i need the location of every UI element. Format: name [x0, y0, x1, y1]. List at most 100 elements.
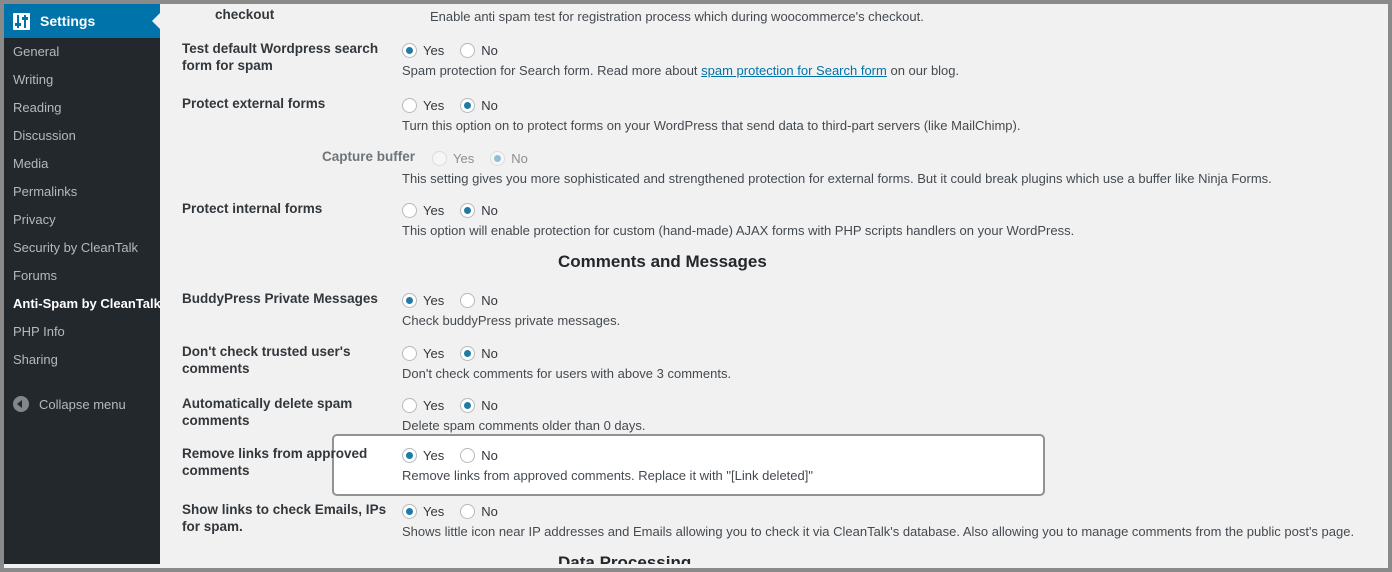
sidebar-item-label: PHP Info [13, 324, 65, 339]
radio-option-yes[interactable]: Yes [402, 202, 444, 218]
radio-option-no[interactable]: No [490, 150, 528, 166]
collapse-menu-label: Collapse menu [39, 396, 126, 412]
radio-option-no[interactable]: No [460, 397, 498, 413]
setting-label: Don't check trusted user's comments [182, 344, 351, 376]
sidebar-item-label: General [13, 44, 60, 59]
radio-option-no[interactable]: No [460, 292, 498, 308]
sidebar-item-sharing[interactable]: Sharing [4, 346, 160, 374]
collapse-menu-button[interactable]: Collapse menu [4, 389, 160, 419]
radio-no-label: No [481, 97, 498, 113]
radio-yes-label: Yes [423, 503, 445, 519]
sidebar-item-media[interactable]: Media [4, 150, 160, 178]
sidebar-item-general[interactable]: General [4, 38, 160, 66]
sidebar-item-security-by-cleantalk[interactable]: Security by CleanTalk [4, 234, 160, 262]
radio-yes-icon[interactable] [402, 503, 417, 519]
radio-yes-label: Yes [453, 150, 475, 166]
setting-description: Turn this option on to protect forms on … [402, 118, 1021, 133]
radio-yes-icon[interactable] [432, 150, 447, 166]
setting-label: BuddyPress Private Messages [182, 291, 378, 306]
radio-option-no[interactable]: No [460, 202, 498, 218]
sidebar-header-settings[interactable]: Settings [4, 4, 161, 38]
radio-yes-icon[interactable] [402, 397, 417, 413]
sidebar-item-php-info[interactable]: PHP Info [4, 318, 160, 346]
content-bottom-filler [160, 564, 1388, 568]
radio-no-icon[interactable] [460, 202, 476, 218]
radio-no-icon[interactable] [490, 150, 506, 166]
radio-option-no[interactable]: No [460, 97, 498, 113]
sidebar-item-discussion[interactable]: Discussion [4, 122, 160, 150]
sidebar-item-anti-spam-by-cleantalk[interactable]: Anti-Spam by CleanTalk [4, 290, 161, 318]
radio-option-no[interactable]: No [460, 42, 498, 58]
radio-option-yes[interactable]: Yes [402, 397, 444, 413]
sidebar-item-permalinks[interactable]: Permalinks [4, 178, 160, 206]
wp-admin-page: Settings General Writing Reading Discuss… [4, 4, 1388, 568]
radio-option-yes[interactable]: Yes [402, 292, 445, 308]
radio-yes-icon[interactable] [402, 345, 417, 361]
setting-description: Shows little icon near IP addresses and … [402, 524, 1355, 539]
radio-no-icon[interactable] [460, 447, 476, 463]
radio-no-icon[interactable] [460, 97, 476, 113]
radio-option-yes[interactable]: Yes [402, 503, 445, 519]
spam-protection-search-form-link[interactable]: spam protection for Search form [701, 63, 887, 78]
sidebar-item-reading[interactable]: Reading [4, 94, 160, 122]
radio-yes-label: Yes [423, 42, 445, 58]
radio-no-label: No [481, 397, 498, 413]
radio-yes-icon[interactable] [402, 447, 417, 463]
setting-description: Delete spam comments older than 0 days. [402, 418, 646, 433]
setting-label: Automatically delete spam comments [182, 396, 353, 428]
sidebar-menu: General Writing Reading Discussion Media… [4, 38, 161, 374]
setting-description: Remove links from approved comments. Rep… [402, 468, 813, 483]
radio-yes-label: Yes [423, 97, 445, 113]
radio-group-trusted-users: Yes No [402, 343, 731, 363]
radio-no-label: No [511, 150, 528, 166]
sidebar-header-label: Settings [40, 13, 96, 29]
sidebar-item-forums[interactable]: Forums [4, 262, 160, 290]
radio-group-auto-delete: Yes No [402, 395, 646, 415]
radio-yes-label: Yes [423, 345, 445, 361]
radio-option-no[interactable]: No [460, 345, 498, 361]
sidebar-item-label: Media [13, 156, 49, 171]
radio-no-icon[interactable] [460, 345, 476, 361]
radio-yes-icon[interactable] [402, 42, 417, 58]
radio-option-no[interactable]: No [460, 503, 498, 519]
sidebar-item-privacy[interactable]: Privacy [4, 206, 160, 234]
radio-no-label: No [481, 202, 498, 218]
radio-option-yes[interactable]: Yes [402, 447, 445, 463]
radio-group-show-links: Yes No [402, 501, 1354, 521]
radio-no-label: No [481, 447, 498, 463]
radio-option-yes[interactable]: Yes [402, 42, 445, 58]
radio-option-no[interactable]: No [460, 447, 498, 463]
setting-label: checkout [215, 7, 275, 22]
radio-no-label: No [481, 42, 498, 58]
radio-group-remove-links: Yes No [402, 445, 813, 465]
radio-yes-icon[interactable] [402, 292, 417, 308]
sidebar-item-writing[interactable]: Writing [4, 66, 160, 94]
sidebar-item-label: Forums [13, 268, 58, 283]
collapse-arrow-icon [13, 396, 29, 412]
radio-no-icon[interactable] [460, 292, 476, 308]
sidebar-item-label: Privacy [13, 212, 56, 227]
setting-description: Enable anti spam test for registration p… [430, 9, 924, 24]
setting-label: Capture buffer [321, 149, 415, 164]
radio-option-yes[interactable]: Yes [402, 97, 445, 113]
radio-yes-label: Yes [423, 447, 445, 463]
radio-option-yes[interactable]: Yes [402, 345, 445, 361]
radio-option-yes[interactable]: Yes [432, 150, 475, 166]
radio-no-icon[interactable] [460, 42, 476, 58]
setting-label: Test default Wordpress search form for s… [182, 41, 379, 73]
admin-sidebar: Settings General Writing Reading Discuss… [4, 4, 161, 564]
setting-label: Protect internal forms [182, 201, 323, 216]
settings-sliders-icon [13, 12, 30, 30]
radio-no-icon[interactable] [460, 397, 476, 413]
sidebar-item-label: Discussion [13, 128, 76, 143]
radio-no-icon[interactable] [460, 503, 476, 519]
section-heading-comments-and-messages: Comments and Messages [558, 252, 767, 271]
sidebar-filler [4, 428, 160, 564]
settings-form: checkout Enable anti spam test for regis… [160, 4, 1388, 568]
radio-group-search-form: Yes No [402, 40, 959, 60]
radio-yes-label: Yes [423, 292, 445, 308]
radio-yes-icon[interactable] [402, 202, 417, 218]
radio-group-internal-forms: Yes No [402, 200, 1074, 220]
radio-no-label: No [481, 345, 498, 361]
radio-yes-icon[interactable] [402, 97, 417, 113]
